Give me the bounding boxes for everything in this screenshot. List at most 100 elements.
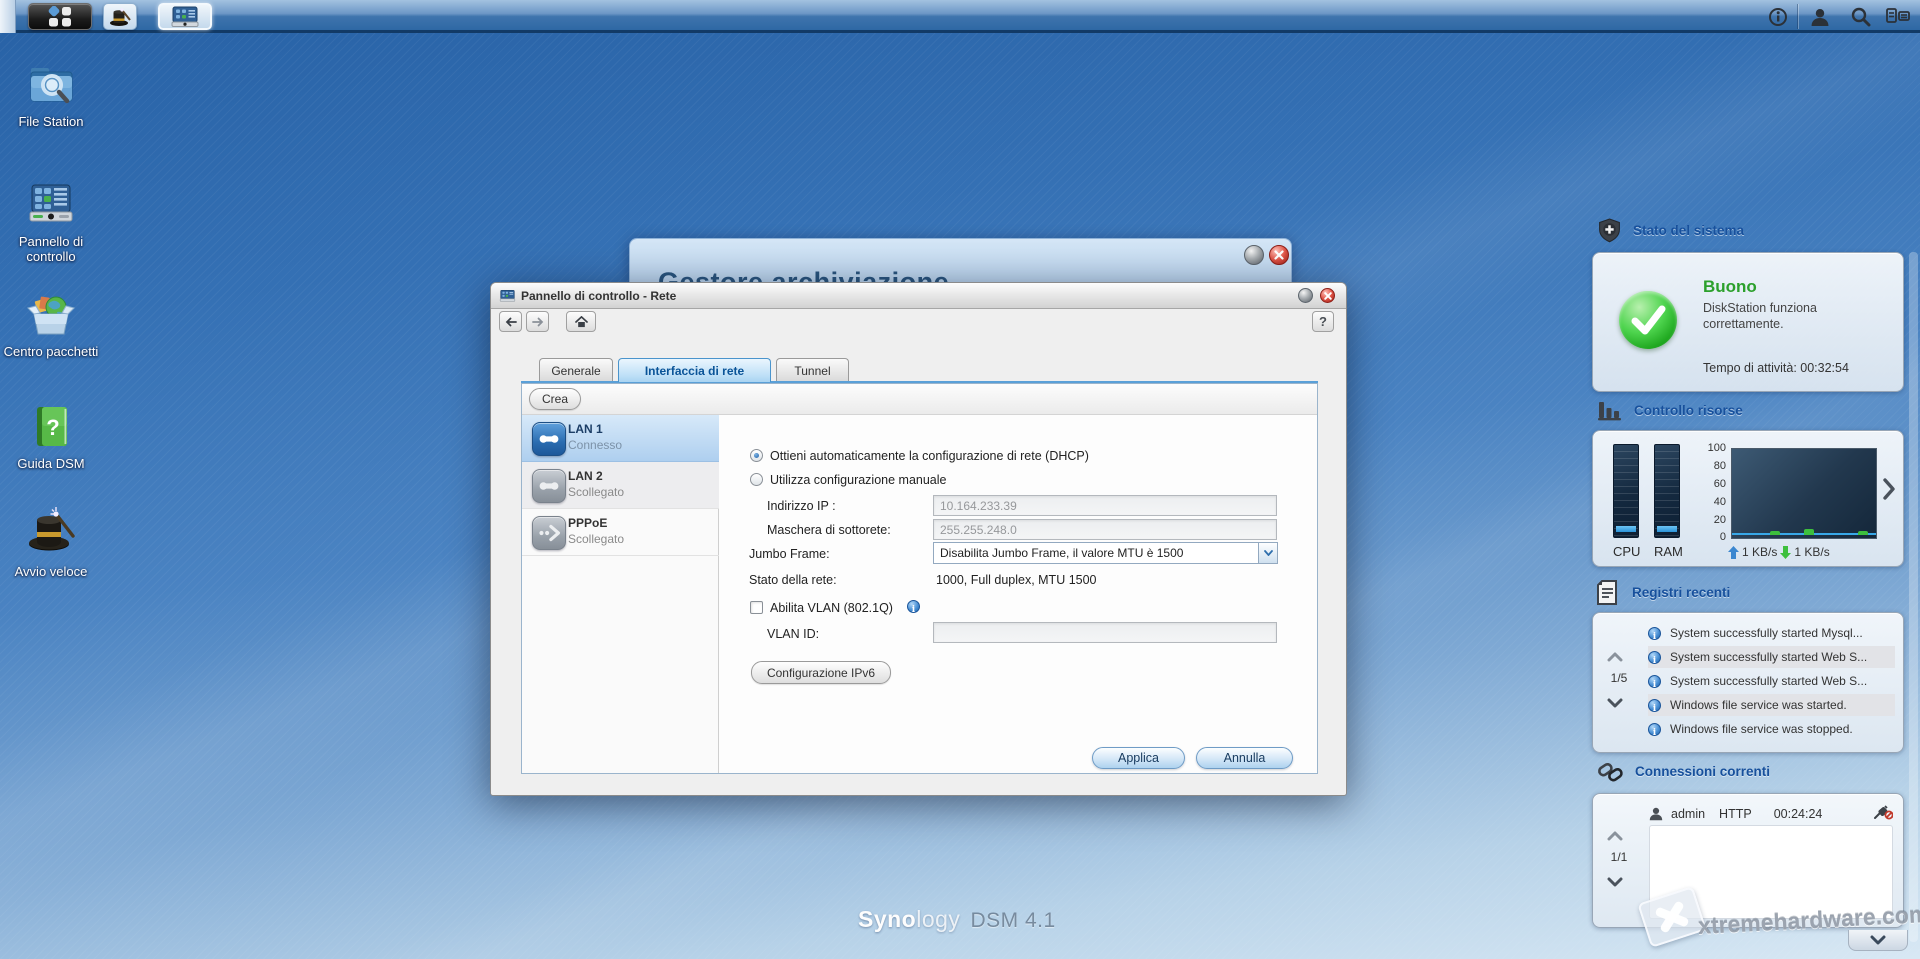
traffic-rates: 1 KB/s 1 KB/s: [1728, 545, 1830, 559]
y-tick: 20: [1713, 514, 1726, 526]
info-button[interactable]: [1766, 6, 1790, 28]
vlan-id-label: VLAN ID:: [767, 627, 820, 641]
connection-time: 00:24:24: [1773, 807, 1823, 821]
interface-list: LAN 1 Connesso LAN 2 Scollegato PPPoE Sc…: [522, 415, 719, 773]
taskbar: [0, 0, 1920, 33]
vlan-info-icon[interactable]: [907, 600, 920, 613]
back-button[interactable]: [499, 311, 522, 332]
close-button[interactable]: [1320, 288, 1335, 303]
resource-monitor-expand-button[interactable]: [1882, 478, 1896, 505]
tab-tunnel[interactable]: Tunnel: [776, 358, 849, 382]
help-button[interactable]: ?: [1312, 311, 1334, 332]
apply-button[interactable]: Applica: [1092, 747, 1185, 769]
vlan-checkbox[interactable]: [750, 601, 763, 614]
search-button[interactable]: [1848, 6, 1872, 28]
cancel-button[interactable]: Annulla: [1196, 747, 1293, 769]
minimize-button[interactable]: [1244, 245, 1264, 265]
pilot-view-button[interactable]: [1886, 6, 1910, 28]
chevron-down-icon[interactable]: [1258, 543, 1277, 563]
user-menu-button[interactable]: [1808, 6, 1832, 28]
network-status-value: 1000, Full duplex, MTU 1500: [936, 573, 1097, 587]
download-arrow-icon: [1780, 545, 1792, 559]
forward-button[interactable]: [526, 311, 549, 332]
dhcp-radio-label: Ottieni automaticamente la configurazion…: [770, 449, 1089, 463]
log-entry[interactable]: System successfully started Mysql...: [1648, 622, 1895, 644]
tab-generale[interactable]: Generale: [539, 358, 613, 382]
y-tick: 80: [1713, 460, 1726, 472]
lan-connector-icon: [532, 469, 566, 503]
chain-link-icon: [1598, 762, 1623, 782]
storage-manager-window[interactable]: Gestore archiviazione: [629, 238, 1292, 284]
connection-row[interactable]: admin HTTP 00:24:24: [1649, 804, 1894, 824]
connections-page-indicator: 1/1: [1610, 850, 1628, 864]
control-panel-icon: [499, 290, 516, 302]
log-text: Windows file service was started.: [1670, 698, 1847, 712]
close-button[interactable]: [1269, 245, 1289, 265]
arrow-right-icon: [531, 317, 543, 326]
desktop-icon-label: Centro pacchetti: [3, 344, 99, 359]
widget-title: Controllo risorse: [1634, 402, 1743, 418]
package-box-globe-icon: [27, 296, 75, 335]
system-status-header: Stato del sistema: [1597, 218, 1744, 243]
connections-page-up-button[interactable]: [1607, 828, 1623, 846]
logs-page-indicator: 1/5: [1610, 671, 1628, 685]
create-button[interactable]: Crea: [529, 388, 581, 410]
main-menu-button[interactable]: [28, 3, 92, 30]
status-good-icon: [1619, 291, 1677, 349]
log-entry[interactable]: System successfully started Web S...: [1648, 646, 1895, 668]
ram-gauge-fill: [1657, 526, 1677, 532]
interface-name: LAN 1: [568, 422, 603, 436]
desktop-icon-quick-start[interactable]: Avvio veloce: [3, 502, 99, 579]
close-icon: [1323, 291, 1332, 300]
desktop-icon-dsm-help[interactable]: ? Guida DSM: [3, 404, 99, 471]
close-icon: [1274, 250, 1284, 260]
interface-row-lan1[interactable]: LAN 1 Connesso: [522, 415, 719, 462]
widget-panel-collapse-button[interactable]: [1848, 930, 1908, 951]
connections-page-down-button[interactable]: [1607, 874, 1623, 892]
brand-bold: Syno: [858, 906, 917, 932]
chevron-down-icon: [1870, 935, 1886, 945]
log-text: System successfully started Mysql...: [1670, 626, 1863, 640]
manual-config-radio[interactable]: [750, 473, 763, 486]
desktop: File Station Pannello di controllo Centr…: [0, 0, 1920, 959]
desktop-icon-control-panel[interactable]: Pannello di controllo: [3, 182, 99, 264]
dialog-titlebar[interactable]: Pannello di controllo - Rete: [491, 283, 1346, 309]
cpu-gauge-fill: [1616, 526, 1636, 532]
interface-status: Scollegato: [568, 485, 625, 499]
log-entry[interactable]: Windows file service was started.: [1648, 694, 1895, 716]
desktop-icon-file-station[interactable]: File Station: [3, 62, 99, 129]
log-entry[interactable]: System successfully started Web S...: [1648, 670, 1895, 692]
minimize-button[interactable]: [1298, 288, 1313, 303]
taskbar-control-panel-button[interactable]: [158, 3, 212, 30]
desktop-icon-package-center[interactable]: Centro pacchetti: [3, 292, 99, 359]
bar-chart-icon: [1598, 402, 1621, 421]
y-tick: 40: [1713, 496, 1726, 508]
apps-grid-icon: [48, 5, 71, 26]
dhcp-radio[interactable]: [750, 449, 763, 462]
jumbo-frame-select[interactable]: Disabilita Jumbo Frame, il valore MTU è …: [933, 542, 1278, 564]
status-description: DiskStation funziona correttamente.: [1703, 301, 1817, 331]
y-tick: 100: [1707, 442, 1726, 454]
widget-scrollbar[interactable]: [1909, 252, 1918, 942]
log-text: Windows file service was stopped.: [1670, 722, 1853, 736]
green-help-book-icon: ?: [37, 407, 67, 446]
interface-status: Connesso: [568, 438, 623, 452]
home-button[interactable]: [566, 311, 596, 332]
log-entry[interactable]: Windows file service was stopped.: [1648, 718, 1895, 740]
logs-page-up-button[interactable]: [1607, 649, 1623, 667]
interface-row-lan2[interactable]: LAN 2 Scollegato: [522, 462, 719, 509]
ipv6-config-button[interactable]: Configurazione IPv6: [751, 661, 891, 684]
logs-page-down-button[interactable]: [1607, 695, 1623, 713]
panel-toolbar: Crea: [522, 384, 1317, 415]
upload-arrow-icon: [1728, 545, 1739, 559]
jumbo-frame-label: Jumbo Frame:: [749, 547, 830, 561]
disconnect-button[interactable]: [1873, 805, 1894, 823]
shield-icon: [1599, 218, 1620, 243]
tab-interfaccia-di-rete[interactable]: Interfaccia di rete: [618, 358, 771, 382]
quick-launch-button[interactable]: [103, 3, 137, 30]
interface-row-pppoe[interactable]: PPPoE Scollegato: [522, 509, 719, 556]
network-traffic-chart: [1731, 448, 1877, 539]
brand-version: DSM 4.1: [970, 909, 1056, 932]
subnet-mask-field: [933, 519, 1277, 540]
network-status-label: Stato della rete:: [749, 573, 837, 587]
